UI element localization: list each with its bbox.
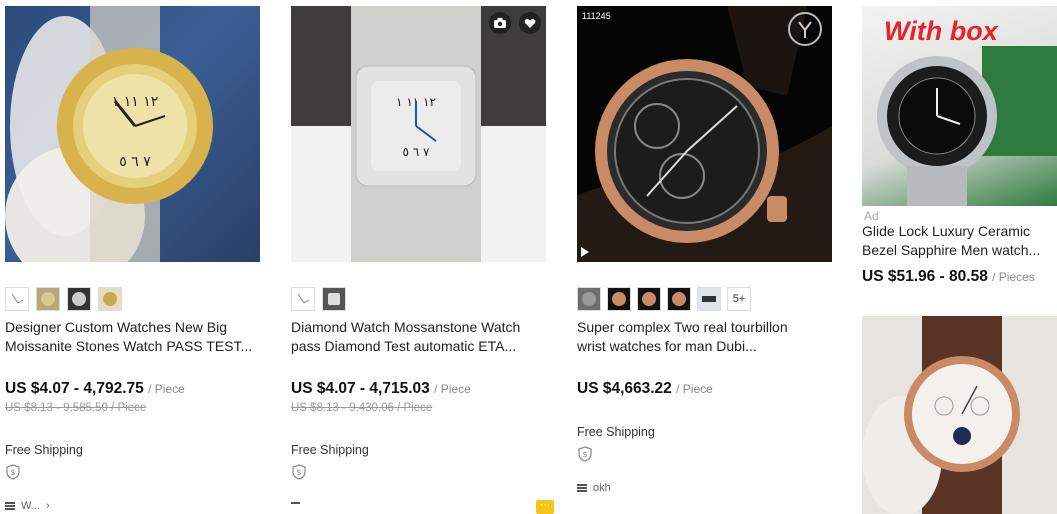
more-thumbnails-button[interactable]: 5+: [727, 287, 751, 311]
thumbnail-4[interactable]: [98, 287, 122, 311]
thumbnail-1[interactable]: [5, 287, 29, 311]
price-value: US $51.96 - 80.58: [862, 268, 988, 285]
price-value: US $4.07 - 4,792.75: [5, 380, 144, 397]
store-link[interactable]: [291, 502, 300, 504]
product-title[interactable]: Diamond Watch Mossanstone Watch pass Dia…: [291, 318, 551, 356]
thumbnail-4[interactable]: [667, 287, 691, 311]
thumbnail-2[interactable]: [322, 287, 346, 311]
title-line[interactable]: Diamond Watch Mossanstone Watch: [291, 318, 551, 337]
title-line[interactable]: Designer Custom Watches New Big: [5, 318, 265, 337]
watch-photo: [577, 6, 832, 262]
thumbnail-1[interactable]: [577, 287, 601, 311]
price: US $4.07 - 4,715.03 / Piece: [291, 380, 471, 398]
thumbnail-3[interactable]: [637, 287, 661, 311]
thumbnail-strip: [5, 287, 122, 311]
price: US $4.07 - 4,792.75 / Piece: [5, 380, 185, 398]
brand-logo: [788, 12, 822, 46]
chevron-right-icon: ›: [45, 500, 50, 512]
title-line[interactable]: Moissanite Stones Watch PASS TEST...: [5, 337, 265, 356]
price-unit: / Piece: [148, 382, 185, 396]
image-label: 111245: [582, 11, 611, 21]
shield-icon: $: [578, 446, 592, 462]
store-name[interactable]: okh: [593, 482, 611, 494]
price: US $51.96 - 80.58 / Pieces: [862, 268, 1035, 286]
price-value: US $4.07 - 4,715.03: [291, 380, 430, 397]
shield-icon: $: [6, 464, 20, 480]
camera-icon[interactable]: [489, 12, 511, 34]
ellipsis-icon[interactable]: ···: [536, 500, 554, 514]
product-image-5[interactable]: [862, 316, 1057, 514]
original-price: US $8.13 - 9,585.50 / Piece: [5, 402, 147, 414]
title-line[interactable]: Glide Lock Luxury Ceramic: [862, 222, 1054, 241]
thumbnail-strip: 5+: [577, 287, 751, 311]
price-unit: / Piece: [434, 382, 471, 396]
watch-photo: [862, 316, 1020, 514]
product-title[interactable]: Super complex Two real tourbillon wrist …: [577, 318, 837, 356]
title-line[interactable]: Super complex Two real tourbillon: [577, 318, 837, 337]
store-name[interactable]: W...: [21, 500, 40, 512]
price: US $4,663.22 / Piece: [577, 380, 713, 398]
product-image-3[interactable]: 111245: [577, 6, 832, 262]
product-image-4[interactable]: With box: [862, 6, 1057, 206]
menu-icon: [5, 502, 15, 510]
store-link[interactable]: W... ›: [5, 500, 50, 512]
thumbnail-2[interactable]: [607, 287, 631, 311]
svg-text:$: $: [10, 468, 15, 477]
with-box-banner: With box: [884, 16, 998, 46]
svg-text:٧ ٦ ٥: ٧ ٦ ٥: [402, 145, 430, 159]
heart-icon[interactable]: [519, 12, 541, 34]
watch-photo: ١٢ ١١ ١ ٧ ٦ ٥: [291, 6, 546, 262]
svg-text:$: $: [296, 468, 301, 477]
original-price: US $8.13 - 9,430.06 / Piece: [291, 402, 433, 414]
store-link[interactable]: okh: [577, 482, 611, 494]
title-line[interactable]: wrist watches for man Dubi...: [577, 337, 837, 356]
shipping-label: Free Shipping: [5, 443, 83, 457]
svg-text:٧ ٦ ٥: ٧ ٦ ٥: [119, 154, 151, 170]
menu-icon: [577, 484, 587, 492]
shipping-label: Free Shipping: [291, 443, 369, 457]
price-unit: / Piece: [676, 382, 713, 396]
price-unit: / Pieces: [992, 270, 1035, 284]
product-title[interactable]: Glide Lock Luxury Ceramic Bezel Sapphire…: [862, 222, 1054, 260]
play-icon[interactable]: [581, 247, 589, 257]
watch-photo: ١٢ ١١ ١ ٧ ٦ ٥: [5, 6, 213, 262]
product-image-1[interactable]: ١٢ ١١ ١ ٧ ٦ ٥: [5, 6, 260, 262]
price-value: US $4,663.22: [577, 380, 672, 397]
thumbnail-3[interactable]: [67, 287, 91, 311]
shipping-label: Free Shipping: [577, 425, 655, 439]
thumbnail-1[interactable]: [291, 287, 315, 311]
title-line[interactable]: Bezel Sapphire Men watch...: [862, 241, 1054, 260]
ad-label: Ad: [864, 209, 879, 223]
thumbnail-2[interactable]: [36, 287, 60, 311]
svg-text:$: $: [582, 450, 587, 459]
product-title[interactable]: Designer Custom Watches New Big Moissani…: [5, 318, 265, 356]
thumbnail-5[interactable]: [697, 287, 721, 311]
thumbnail-strip: [291, 287, 346, 311]
shield-icon: $: [292, 464, 306, 480]
product-image-2[interactable]: ١٢ ١١ ١ ٧ ٦ ٥: [291, 6, 546, 262]
title-line[interactable]: pass Diamond Test automatic ETA...: [291, 337, 551, 356]
